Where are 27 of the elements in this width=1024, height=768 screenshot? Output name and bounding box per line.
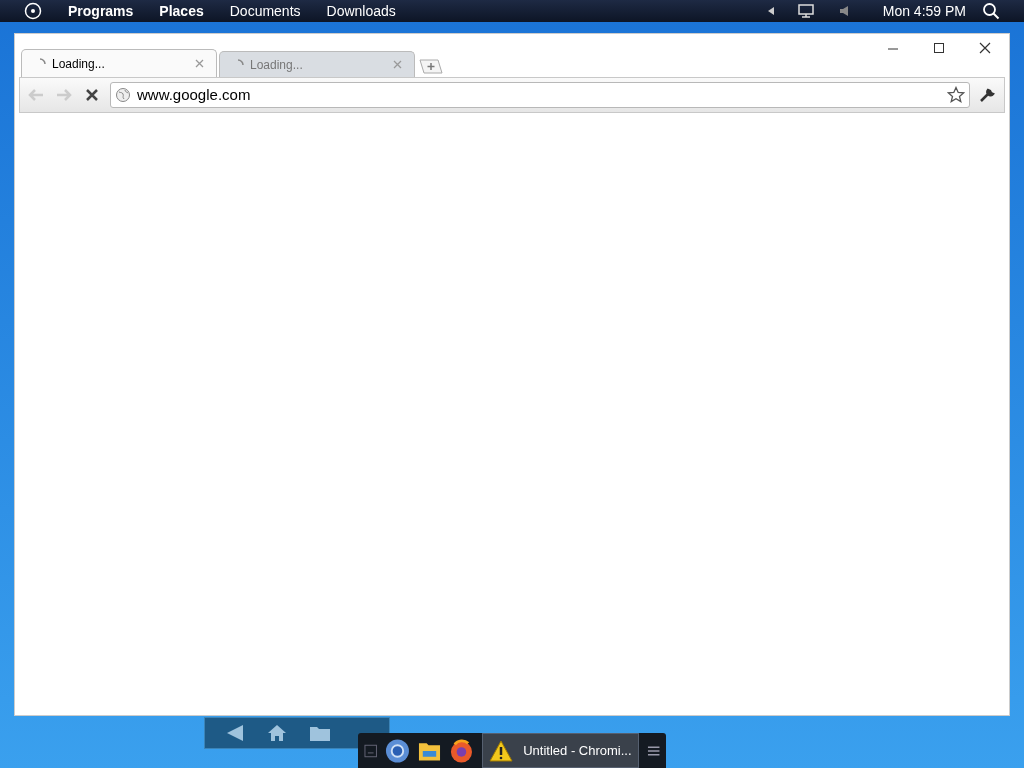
folder-icon[interactable]: [309, 724, 331, 742]
warning-icon: [489, 739, 514, 762]
url-text: www.google.com: [137, 84, 251, 105]
back-arrow-icon[interactable]: [225, 724, 245, 742]
address-bar[interactable]: www.google.com: [110, 82, 970, 108]
monitor-icon[interactable]: [796, 3, 815, 19]
show-desktop-icon[interactable]: [364, 743, 378, 758]
clock[interactable]: Mon 4:59 PM: [882, 0, 966, 22]
browser-tab[interactable]: Loading...: [21, 49, 217, 77]
menu-icon[interactable]: [646, 743, 660, 758]
wrench-icon[interactable]: [978, 86, 998, 104]
search-icon[interactable]: [982, 2, 1000, 20]
browser-icon[interactable]: [385, 737, 411, 764]
arrow-icon[interactable]: [766, 6, 775, 16]
menu-icon[interactable]: [24, 2, 42, 20]
firefox-icon[interactable]: [449, 737, 475, 764]
close-tab-icon[interactable]: [195, 59, 204, 68]
star-icon[interactable]: [947, 86, 965, 104]
menu-item[interactable]: Downloads: [326, 0, 396, 22]
home-icon[interactable]: [267, 723, 287, 743]
menu-item[interactable]: Documents: [229, 0, 301, 22]
speaker-icon[interactable]: [838, 5, 849, 17]
menu-item[interactable]: Places: [159, 0, 204, 22]
menu-item[interactable]: Programs: [68, 0, 134, 22]
new-tab-button[interactable]: [419, 59, 443, 74]
globe-icon: [115, 87, 131, 103]
taskbar-window-button[interactable]: Untitled - Chromi...: [482, 733, 639, 768]
